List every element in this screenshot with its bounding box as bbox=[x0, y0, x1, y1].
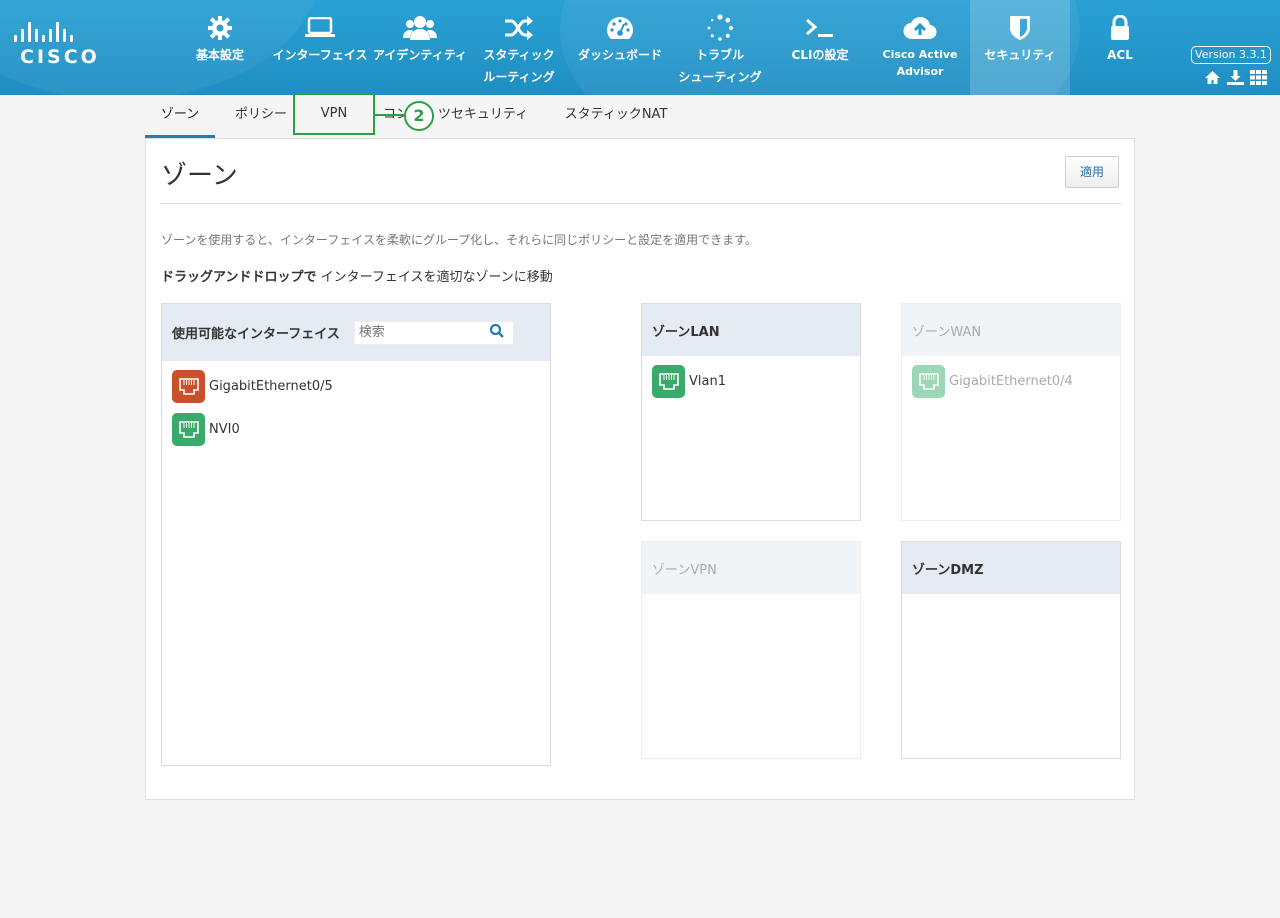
cisco-wordmark: CISCO bbox=[20, 46, 100, 68]
nav-static-routing[interactable]: スタティック ルーティング bbox=[476, 0, 562, 95]
interface-name: NVI0 bbox=[209, 422, 240, 437]
nav-label-line1: Cisco Active bbox=[882, 48, 958, 61]
nav-label-line2: Advisor bbox=[896, 65, 944, 78]
divider bbox=[161, 203, 1121, 204]
nav-label: アイデンティティ bbox=[373, 48, 467, 62]
shield-icon bbox=[1008, 14, 1032, 42]
zone-dmz-box[interactable]: ゾーンDMZ bbox=[901, 541, 1121, 759]
tab-content-security[interactable]: ツセキュリティ bbox=[435, 95, 531, 135]
download-icon[interactable] bbox=[1227, 70, 1244, 89]
zone-lan-header: ゾーンLAN bbox=[642, 304, 860, 356]
zone-lan-box[interactable]: ゾーンLAN Vlan1 bbox=[641, 303, 861, 521]
nav-label-line1: トラブル bbox=[695, 48, 744, 62]
interface-name: Vlan1 bbox=[689, 374, 726, 389]
cloud-upload-icon bbox=[903, 14, 937, 42]
zone-panel: ゾーン 適用 ゾーンを使用すると、インターフェイスを柔軟にグループ化し、それらに… bbox=[145, 138, 1135, 800]
top-navigation-bar: CISCO 基本設定 インターフェイス アイデンティティ スタティック ルーティ… bbox=[0, 0, 1280, 95]
interface-name: GigabitEthernet0/5 bbox=[209, 379, 333, 394]
drag-instruction: ドラッグアンドドロップで インターフェイスを適切なゾーンに移動 bbox=[161, 266, 553, 285]
instruction-text: インターフェイスを適切なゾーンに移動 bbox=[316, 270, 553, 285]
nav-label: ACL bbox=[1107, 48, 1133, 62]
nav-label: インターフェイス bbox=[272, 48, 368, 62]
interface-item-gigabitethernet0-5[interactable]: GigabitEthernet0/5 bbox=[172, 370, 333, 403]
nav-interfaces[interactable]: インターフェイス bbox=[270, 0, 370, 95]
interface-item-nvi0[interactable]: NVI0 bbox=[172, 413, 240, 446]
shuffle-icon bbox=[504, 14, 534, 42]
zone-vpn-box[interactable]: ゾーンVPN bbox=[641, 541, 861, 759]
zone-dmz-header: ゾーンDMZ bbox=[902, 542, 1120, 594]
utility-icons bbox=[1204, 70, 1267, 89]
instruction-bold: ドラッグアンドドロップで bbox=[161, 270, 317, 285]
tab-static-nat[interactable]: スタティックNAT bbox=[557, 95, 675, 135]
nav-cisco-active-advisor[interactable]: Cisco Active Advisor bbox=[870, 0, 970, 95]
nav-acl[interactable]: ACL bbox=[1075, 0, 1165, 95]
tab-policy[interactable]: ポリシー bbox=[225, 95, 297, 135]
available-interfaces-box: 使用可能なインターフェイス GigabitEthernet0/5 NVI0 bbox=[161, 303, 551, 766]
terminal-icon bbox=[805, 14, 835, 42]
home-icon[interactable] bbox=[1204, 70, 1221, 89]
users-icon bbox=[403, 14, 437, 42]
page-title: ゾーン bbox=[161, 161, 238, 191]
zone-vpn-header: ゾーンVPN bbox=[642, 542, 860, 594]
interface-search[interactable] bbox=[353, 320, 514, 345]
nav-troubleshooting[interactable]: トラブル シューティング bbox=[674, 0, 766, 95]
zone-wan-box[interactable]: ゾーンWAN GigabitEthernet0/4 bbox=[901, 303, 1121, 521]
zone-description: ゾーンを使用すると、インターフェイスを柔軟にグループ化し、それらに同じポリシーと… bbox=[161, 233, 757, 247]
nav-label: セキュリティ bbox=[984, 48, 1056, 62]
version-badge: Version 3.3.1 bbox=[1191, 46, 1271, 64]
nav-cli-settings[interactable]: CLIの設定 bbox=[780, 0, 860, 95]
cisco-logo-bars bbox=[14, 20, 98, 42]
dashboard-icon bbox=[605, 14, 635, 42]
interface-item-gigabitethernet0-4[interactable]: GigabitEthernet0/4 bbox=[912, 365, 1073, 398]
zone-wan-header: ゾーンWAN bbox=[902, 304, 1120, 356]
ethernet-port-icon bbox=[172, 413, 205, 446]
ethernet-port-icon bbox=[912, 365, 945, 398]
search-input[interactable] bbox=[354, 324, 489, 341]
nav-label: 基本設定 bbox=[195, 48, 244, 62]
nav-basic-settings[interactable]: 基本設定 bbox=[190, 0, 250, 95]
nav-label: ダッシュボード bbox=[577, 48, 662, 62]
interface-item-vlan1[interactable]: Vlan1 bbox=[652, 365, 726, 398]
step-callout: 2 bbox=[404, 101, 434, 131]
lock-icon bbox=[1109, 14, 1131, 42]
laptop-icon bbox=[304, 14, 336, 42]
nav-label-line2: ルーティング bbox=[483, 70, 555, 84]
nav-dashboard[interactable]: ダッシュボード bbox=[574, 0, 666, 95]
tab-vpn[interactable]: VPN bbox=[293, 93, 375, 135]
spinner-icon bbox=[706, 14, 734, 42]
nav-label: CLIの設定 bbox=[791, 48, 849, 62]
available-interfaces-header: 使用可能なインターフェイス bbox=[162, 304, 550, 361]
nav-security[interactable]: セキュリティ bbox=[970, 0, 1070, 95]
grid-icon[interactable] bbox=[1250, 70, 1267, 89]
callout-connector bbox=[375, 114, 405, 116]
apply-button[interactable]: 適用 bbox=[1065, 156, 1119, 188]
nav-identity[interactable]: アイデンティティ bbox=[372, 0, 468, 95]
nav-label-line1: スタティック bbox=[483, 48, 555, 62]
ethernet-port-icon bbox=[652, 365, 685, 398]
nav-label: スタティック ルーティング bbox=[483, 44, 554, 88]
search-icon[interactable] bbox=[489, 323, 505, 343]
tab-zone[interactable]: ゾーン bbox=[145, 95, 215, 138]
gear-icon bbox=[207, 14, 233, 42]
nav-label: Cisco Active Advisor bbox=[883, 46, 958, 80]
available-interfaces-title: 使用可能なインターフェイス bbox=[172, 327, 340, 342]
nav-label: トラブル シューティング bbox=[678, 44, 761, 88]
cisco-logo[interactable]: CISCO bbox=[14, 20, 98, 70]
nav-label-line2: シューティング bbox=[678, 70, 762, 84]
interface-name: GigabitEthernet0/4 bbox=[949, 374, 1073, 389]
ethernet-port-icon bbox=[172, 370, 205, 403]
